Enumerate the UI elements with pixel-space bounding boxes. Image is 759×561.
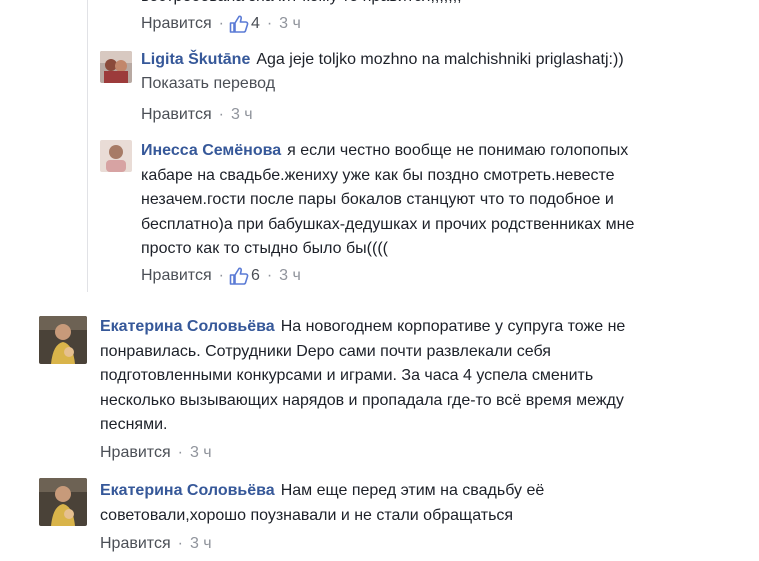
comment-author[interactable]: Екатерина Соловьёва <box>100 482 275 499</box>
avatar[interactable] <box>100 140 132 172</box>
separator: · <box>177 444 183 461</box>
reply-text: бесплатно)а при бабушках-дедушках и проч… <box>141 215 635 233</box>
thumbs-up-icon <box>229 15 249 33</box>
reply-actions: Нравится · 6 · 3 ч <box>141 264 301 288</box>
separator: · <box>218 15 224 32</box>
comment-body: Екатерина Соловьёва На новогоднем корпора… <box>100 315 750 438</box>
comment-line-1: Екатерина Соловьёва Нам еще перед этим на… <box>100 479 750 504</box>
separator: · <box>218 106 224 123</box>
separator: · <box>218 267 224 284</box>
reply-text: незачем.гости после пары бокалов станцую… <box>141 191 614 208</box>
like-link[interactable]: Нравится <box>100 444 171 462</box>
reply-text: Aga jeje toljko mozhno na malchishniki p… <box>256 51 624 68</box>
like-link[interactable]: Нравится <box>141 15 212 33</box>
reply-actions: Нравится · 3 ч <box>141 103 253 127</box>
timestamp[interactable]: 3 ч <box>231 106 253 124</box>
avatar[interactable] <box>100 51 132 83</box>
comment-actions: Нравится · 3 ч <box>100 441 212 465</box>
reply-text: просто как то стыдно было бы(((( <box>141 240 388 257</box>
reply-line-1: Инесса Семёнова я если честно вообще не п… <box>141 139 751 164</box>
thumbs-up-icon <box>229 267 249 285</box>
comment-text: песнями. <box>100 416 168 433</box>
comment-actions: Нравится · 3 ч <box>100 532 212 556</box>
like-count-value: 4 <box>250 15 260 32</box>
reply-author[interactable]: Ligita Škutāne <box>141 51 250 68</box>
comment-text: На новогоднем корпоративе у супруга тоже… <box>280 318 626 335</box>
like-link[interactable]: Нравится <box>100 535 171 553</box>
avatar[interactable] <box>39 316 87 364</box>
comment-text: советовали,хорошо поузнавали и не стали … <box>100 506 514 524</box>
like-link[interactable]: Нравится <box>141 106 212 124</box>
comment-text: понравилась. Сотрудники Depo сами почти … <box>100 342 551 360</box>
separator: · <box>266 267 273 284</box>
separator: · <box>266 15 273 32</box>
reply-text: кабаре на свадьбе.жениху уже как бы позд… <box>141 166 615 184</box>
timestamp[interactable]: 3 ч <box>279 15 301 33</box>
reply-thread-line <box>87 0 88 292</box>
like-count[interactable]: 6 <box>229 267 260 285</box>
reply-body: Инесса Семёнова я если честно вообще не п… <box>141 139 751 262</box>
comment-line-1: Екатерина Соловьёва На новогоднем корпора… <box>100 315 750 340</box>
like-count[interactable]: 4 <box>229 15 260 33</box>
like-count-value: 6 <box>250 267 260 284</box>
timestamp[interactable]: 3 ч <box>190 535 212 553</box>
timestamp[interactable]: 3 ч <box>279 267 301 285</box>
like-link[interactable]: Нравится <box>141 267 212 285</box>
separator: · <box>177 535 183 552</box>
reply-body: Ligita Škutāne Aga jeje toljko mozhno na … <box>141 48 741 73</box>
show-translation-link[interactable]: Показать перевод <box>141 75 275 93</box>
comment-author[interactable]: Екатерина Соловьёва <box>100 318 275 335</box>
reply-text: я если честно вообще не понимаю голопопы… <box>287 142 629 159</box>
timestamp[interactable]: 3 ч <box>190 444 212 462</box>
comment-text: подготовленными конкурсами и играми. За … <box>100 367 594 384</box>
avatar[interactable] <box>39 478 87 526</box>
reply-text-cut: востребована значит кому то нравится;;;;… <box>141 0 462 8</box>
comment-text: Нам еще перед этим на свадьбу её <box>280 482 545 499</box>
reply-author[interactable]: Инесса Семёнова <box>141 142 281 159</box>
comment-body: Екатерина Соловьёва Нам еще перед этим на… <box>100 479 750 528</box>
comment-text: несколько вызывающих нарядов и пропадала… <box>100 391 624 409</box>
reply-actions: Нравится · 4 · 3 ч <box>141 12 301 36</box>
